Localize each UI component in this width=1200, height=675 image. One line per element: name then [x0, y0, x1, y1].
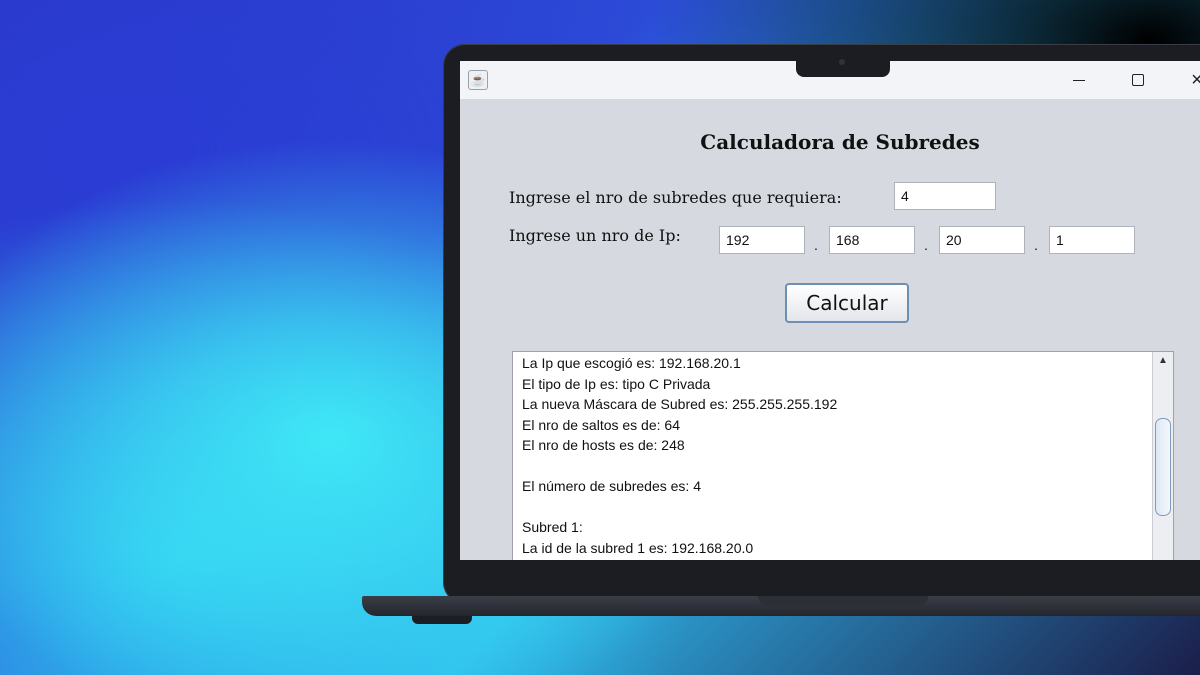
page-title: Calculadora de Subredes [700, 130, 980, 154]
ip-label: Ingrese un nro de Ip: [509, 226, 681, 245]
ip-octet-2-input[interactable]: 168 [829, 226, 915, 254]
results-textarea[interactable]: La Ip que escogió es: 192.168.20.1 El ti… [512, 351, 1174, 560]
close-button[interactable]: × [1186, 69, 1200, 91]
ip-octet-3-input[interactable]: 20 [939, 226, 1025, 254]
result-line: El número de subredes es: 4 [522, 478, 701, 494]
maximize-icon [1132, 74, 1144, 86]
result-line [522, 497, 1152, 518]
result-line: La nueva Máscara de Subred es: 255.255.2… [522, 396, 838, 412]
results-text: La Ip que escogió es: 192.168.20.1 El ti… [522, 353, 1152, 558]
result-line [522, 456, 1152, 477]
camera-icon [839, 59, 845, 65]
minimize-button[interactable] [1068, 69, 1090, 91]
ip-octet-1-input[interactable]: 192 [719, 226, 805, 254]
result-line: La Ip que escogió es: 192.168.20.1 [522, 355, 741, 371]
result-line: El nro de hosts es de: 248 [522, 437, 685, 453]
vertical-scrollbar[interactable]: ▲ [1152, 352, 1173, 560]
ip-separator: . [814, 237, 818, 253]
close-icon: × [1191, 68, 1200, 91]
minimize-icon [1073, 79, 1085, 81]
ip-octet-4-input[interactable]: 1 [1049, 226, 1135, 254]
trackpad-notch [758, 596, 928, 606]
subnets-label: Ingrese el nro de subredes que requiera: [509, 188, 842, 207]
ip-separator: . [1034, 237, 1038, 253]
ip-separator: . [924, 237, 928, 253]
app-window: ☕ × Calculadora de Subredes Ingrese el n… [460, 61, 1200, 560]
scroll-up-icon[interactable]: ▲ [1153, 352, 1173, 370]
laptop-foot [412, 616, 472, 624]
result-line: Subred 1: [522, 519, 583, 535]
maximize-button[interactable] [1127, 69, 1149, 91]
scroll-thumb[interactable] [1155, 418, 1171, 516]
laptop-base [362, 596, 1200, 616]
result-line: La id de la subred 1 es: 192.168.20.0 [522, 539, 754, 556]
result-line: El tipo de Ip es: tipo C Privada [522, 375, 711, 392]
subnets-input[interactable]: 4 [894, 182, 996, 210]
result-line: El nro de saltos es de: 64 [522, 416, 680, 433]
java-icon: ☕ [468, 70, 488, 90]
camera-notch [796, 55, 890, 77]
calculate-button[interactable]: Calcular [785, 283, 909, 323]
